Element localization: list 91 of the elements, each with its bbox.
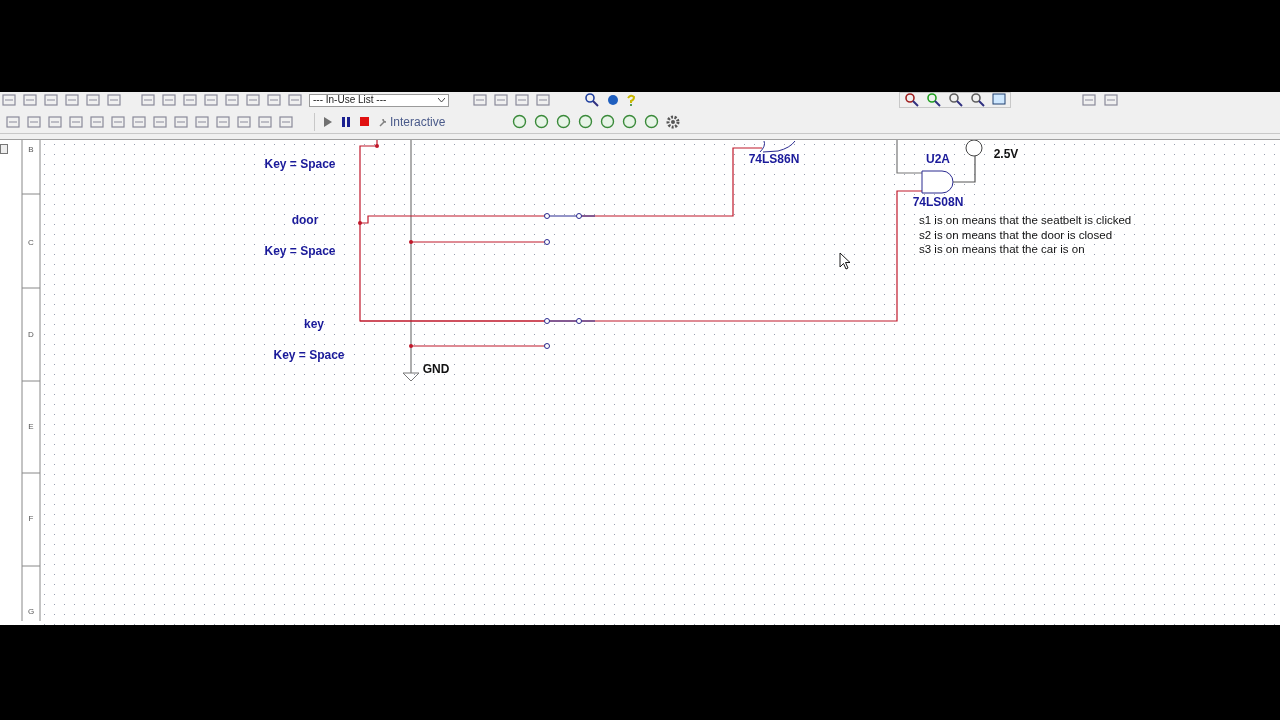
zoom-icon[interactable] xyxy=(584,93,600,107)
help-icon[interactable] xyxy=(626,94,636,106)
tool-icon[interactable] xyxy=(183,94,197,106)
component-icon[interactable] xyxy=(258,115,272,128)
part-label: 74LS08N xyxy=(912,195,964,209)
cursor-icon xyxy=(839,252,851,270)
stop-icon[interactable] xyxy=(359,116,370,127)
sheet-tab[interactable] xyxy=(0,144,8,154)
row-marker: G xyxy=(27,607,35,616)
part-label: 74LS86N xyxy=(748,152,800,166)
junction-dot xyxy=(409,344,413,348)
note-text: s2 is on means that the door is closed xyxy=(919,228,1113,241)
tool-icon[interactable] xyxy=(1082,94,1096,106)
part-label: U2A xyxy=(926,152,950,166)
component-icon[interactable] xyxy=(174,115,188,128)
tool-icon[interactable] xyxy=(141,94,155,106)
row-marker: C xyxy=(28,238,34,247)
component-icon[interactable] xyxy=(111,115,125,128)
part-label: Key = Space xyxy=(264,244,336,258)
component-icon[interactable] xyxy=(69,115,83,128)
dropdown-value: --- In-Use List --- xyxy=(313,95,387,105)
tool-icon[interactable] xyxy=(515,94,529,106)
junction-dot xyxy=(375,144,379,148)
xor-gate-symbol xyxy=(759,140,796,153)
tool-icon[interactable] xyxy=(267,94,281,106)
in-use-list-dropdown[interactable]: --- In-Use List --- xyxy=(309,93,449,107)
tool-icon[interactable] xyxy=(1104,94,1118,106)
component-icon[interactable] xyxy=(27,115,41,128)
net-label: 2.5V xyxy=(993,147,1019,161)
tool-icon[interactable] xyxy=(246,94,260,106)
note-text: s3 is on means that the car is on xyxy=(919,243,1085,255)
wrench-icon xyxy=(378,116,388,127)
wire xyxy=(952,155,976,183)
switch-contacts xyxy=(544,213,596,219)
tool-icon[interactable] xyxy=(107,94,121,106)
meter-icon[interactable] xyxy=(600,114,616,129)
net-label: GND xyxy=(422,362,450,376)
ground-symbol xyxy=(402,372,420,382)
zoom-icon[interactable] xyxy=(948,93,964,107)
meter-icon[interactable] xyxy=(622,114,638,129)
switch-contact xyxy=(544,239,550,245)
component-icon[interactable] xyxy=(195,115,209,128)
tool-icon[interactable] xyxy=(23,94,37,106)
tool-icon[interactable] xyxy=(225,94,239,106)
tool-icon[interactable] xyxy=(473,94,487,106)
component-icon[interactable] xyxy=(6,115,20,128)
zoom-icon[interactable] xyxy=(904,93,920,107)
meter-icon[interactable] xyxy=(644,114,660,129)
switch-contact xyxy=(544,343,550,349)
and-gate-symbol xyxy=(921,170,954,194)
caret-icon xyxy=(438,97,445,103)
interactive-mode-button[interactable]: Interactive xyxy=(378,112,506,131)
meter-icon[interactable] xyxy=(534,114,550,129)
component-icon[interactable] xyxy=(48,115,62,128)
globe-icon[interactable] xyxy=(607,94,619,106)
tool-icon[interactable] xyxy=(2,94,16,106)
part-label: Key = Space xyxy=(273,348,345,362)
zoom-icon[interactable] xyxy=(970,93,986,107)
component-icon[interactable] xyxy=(279,115,293,128)
tool-icon[interactable] xyxy=(86,94,100,106)
part-label: key xyxy=(304,317,324,331)
row-marker: E xyxy=(28,422,34,431)
zoom-icon[interactable] xyxy=(926,93,942,107)
gear-icon[interactable] xyxy=(666,114,681,129)
part-label: door xyxy=(291,213,319,227)
switch-contacts xyxy=(544,318,596,324)
meter-icon[interactable] xyxy=(512,114,528,129)
component-icon[interactable] xyxy=(237,115,251,128)
tool-icon[interactable] xyxy=(162,94,176,106)
row-marker: D xyxy=(28,330,34,339)
tool-icon[interactable] xyxy=(204,94,218,106)
tool-icon[interactable] xyxy=(536,94,550,106)
pause-icon[interactable] xyxy=(341,115,351,128)
row-marker: B xyxy=(28,145,34,154)
component-icon[interactable] xyxy=(90,115,104,128)
fit-screen-icon[interactable] xyxy=(992,93,1006,105)
meter-icon[interactable] xyxy=(556,114,572,129)
play-icon[interactable] xyxy=(323,115,333,128)
note-text: s1 is on means that the seatbelt is clicked xyxy=(919,214,1132,226)
part-label: Key = Space xyxy=(264,157,336,171)
row-marker: F xyxy=(28,514,34,523)
tool-icon[interactable] xyxy=(65,94,79,106)
component-icon[interactable] xyxy=(216,115,230,128)
tool-icon[interactable] xyxy=(494,94,508,106)
tool-icon[interactable] xyxy=(288,94,302,106)
component-icon[interactable] xyxy=(132,115,146,128)
component-icon[interactable] xyxy=(153,115,167,128)
tool-icon[interactable] xyxy=(44,94,58,106)
junction-dot xyxy=(358,221,362,225)
junction-dot xyxy=(409,240,413,244)
meter-icon[interactable] xyxy=(578,114,594,129)
